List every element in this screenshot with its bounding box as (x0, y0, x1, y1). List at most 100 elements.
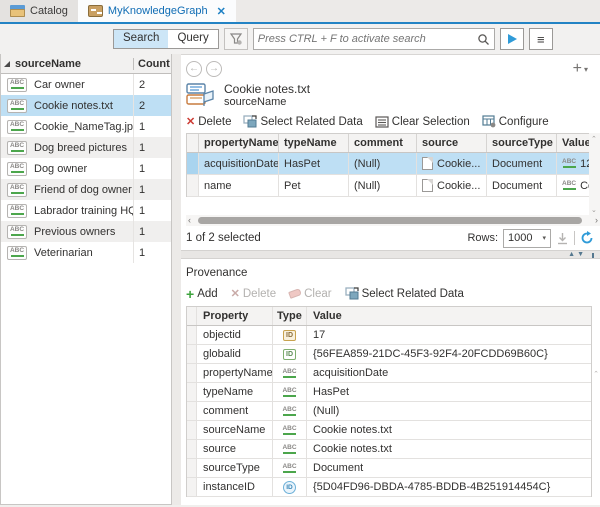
provenance-row[interactable]: objectidID17 (187, 326, 591, 345)
rows-label: Rows: (467, 232, 498, 244)
run-search-button[interactable] (500, 28, 524, 50)
text-type-icon: ABC (7, 183, 27, 197)
row-indicator[interactable] (187, 421, 197, 439)
select-related-data-icon (345, 287, 359, 300)
cell-value: acquisitionDate (307, 364, 591, 382)
add-menu-button[interactable]: + ▾ (573, 60, 588, 78)
scrollbar-thumb[interactable] (198, 217, 582, 224)
tab-catalog[interactable]: Catalog (0, 0, 78, 22)
filter-button[interactable] (224, 28, 248, 50)
col-value[interactable]: Value (557, 134, 590, 152)
cell-value: {5D04FD96-DBDA-4785-BDDB-4B251914454C} (307, 478, 591, 496)
collapse-triangle-icon[interactable] (4, 61, 10, 67)
records-horizontal-scrollbar[interactable]: ‹ › (186, 215, 600, 226)
cell-value: Cookie notes.txt (307, 421, 591, 439)
provenance-row[interactable]: sourceABCCookie notes.txt (187, 440, 591, 459)
source-list-item[interactable]: ABCDog owner1 (1, 158, 171, 179)
cell-value: HasPet (307, 383, 591, 401)
col-value[interactable]: Value (307, 307, 591, 325)
horizontal-splitter[interactable]: ▲▼ (181, 250, 600, 259)
source-list-item[interactable]: ABCDog breed pictures1 (1, 137, 171, 158)
document-icon (422, 157, 433, 170)
col-comment[interactable]: comment (349, 134, 417, 152)
cell-property: globalid (197, 345, 273, 363)
source-list-item[interactable]: ABCVeterinarian1 (1, 242, 171, 263)
text-type-icon: ABC (282, 464, 296, 473)
row-indicator[interactable] (187, 402, 197, 420)
provenance-add-button[interactable]: + Add (186, 288, 218, 300)
rows-limit-select[interactable]: 1000 ▾ (503, 229, 551, 248)
source-name-column-header[interactable]: sourceName (15, 58, 133, 70)
provenance-select-related-button[interactable]: Select Related Data (345, 287, 464, 300)
col-property[interactable]: Property (197, 307, 273, 325)
clear-selection-button[interactable]: Clear Selection (375, 116, 470, 128)
provenance-row[interactable]: typeNameABCHasPet (187, 383, 591, 402)
source-list-header[interactable]: sourceName Count (1, 54, 171, 74)
source-list-item[interactable]: ABCPrevious owners1 (1, 221, 171, 242)
cell-value: Document (307, 459, 591, 477)
col-type[interactable]: Type (273, 307, 307, 325)
delete-button[interactable]: ✕ Delete (186, 115, 231, 128)
records-table-header: propertyName typeName comment source sou… (187, 134, 590, 153)
select-related-data-button[interactable]: Select Related Data (243, 115, 362, 128)
row-indicator[interactable] (187, 383, 197, 401)
col-sourcetype[interactable]: sourceType (487, 134, 557, 152)
vertical-splitter[interactable] (172, 54, 181, 505)
col-typename[interactable]: typeName (279, 134, 349, 152)
source-list-item[interactable]: ABCCookie notes.txt2 (1, 95, 171, 116)
search-mode-button[interactable]: Search (114, 30, 168, 48)
provenance-row[interactable]: sourceTypeABCDocument (187, 459, 591, 478)
refresh-icon[interactable] (580, 231, 594, 245)
back-button[interactable]: ← (186, 61, 202, 77)
source-list-item[interactable]: ABCFriend of dog owner1 (1, 179, 171, 200)
configure-button[interactable]: Configure (482, 115, 549, 128)
row-indicator[interactable] (187, 364, 197, 382)
provenance-row[interactable]: commentABC(Null) (187, 402, 591, 421)
provenance-row[interactable]: instanceIDID{5D04FD96-DBDA-4785-BDDB-4B2… (187, 478, 591, 497)
view-tab-bar: Catalog MyKnowledgeGraph ✕ (0, 0, 600, 24)
row-indicator[interactable] (187, 345, 197, 363)
search-menu-button[interactable]: ≡ (529, 28, 553, 50)
search-box[interactable] (253, 28, 495, 50)
text-type-icon: ABC (282, 388, 296, 397)
provenance-row[interactable]: propertyNameABCacquisitionDate (187, 364, 591, 383)
plus-icon: + (573, 60, 582, 78)
provenance-table: Property Type Value objectidID17globalid… (186, 306, 592, 497)
provenance-clear-button[interactable]: Clear (289, 288, 331, 300)
cell-type: ABC (273, 364, 307, 382)
count-column-header[interactable]: Count (133, 58, 171, 70)
source-list-item[interactable]: ABCCookie_NameTag.jpg1 (1, 116, 171, 137)
close-tab-icon[interactable]: ✕ (217, 5, 226, 18)
source-list-item[interactable]: ABCLabrador training HQ1 (1, 200, 171, 221)
record-row[interactable]: namePet(Null)Cookie...DocumentABCCookie (187, 175, 590, 197)
row-indicator[interactable] (187, 175, 199, 196)
source-list-rows: ABCCar owner2ABCCookie notes.txt2ABCCook… (1, 74, 171, 263)
splitter-handle[interactable] (592, 253, 594, 258)
splitter-collapse-icons[interactable]: ▲▼ (568, 251, 586, 258)
row-indicator[interactable] (187, 153, 199, 174)
row-indicator[interactable] (187, 440, 197, 458)
record-row[interactable]: acquisitionDateHasPet(Null)Cookie...Docu… (187, 153, 590, 175)
tab-myknowledgegraph[interactable]: MyKnowledgeGraph ✕ (78, 0, 236, 22)
provenance-delete-button[interactable]: ✕ Delete (231, 287, 276, 300)
col-propertyname[interactable]: propertyName (199, 134, 279, 152)
cell-value: 17 (307, 326, 591, 344)
source-list-item[interactable]: ABCCar owner2 (1, 74, 171, 95)
provenance-table-header: Property Type Value (187, 307, 591, 326)
download-icon[interactable] (556, 232, 569, 245)
row-indicator[interactable] (187, 326, 197, 344)
provenance-row[interactable]: globalidID{56FEA859-21DC-45F3-92F4-20FCD… (187, 345, 591, 364)
provenance-row[interactable]: sourceNameABCCookie notes.txt (187, 421, 591, 440)
query-mode-button[interactable]: Query (168, 30, 217, 48)
cell-value: (Null) (307, 402, 591, 420)
cell-property: source (197, 440, 273, 458)
row-indicator[interactable] (187, 459, 197, 477)
row-indicator[interactable] (187, 478, 197, 496)
search-input[interactable] (258, 33, 477, 45)
cell-typename: Pet (279, 175, 349, 196)
col-source[interactable]: source (417, 134, 487, 152)
source-count-value: 1 (133, 137, 171, 158)
records-vertical-scrollbar[interactable]: ⌃ ⌄ (589, 133, 600, 216)
forward-button[interactable]: → (206, 61, 222, 77)
cell-property: comment (197, 402, 273, 420)
